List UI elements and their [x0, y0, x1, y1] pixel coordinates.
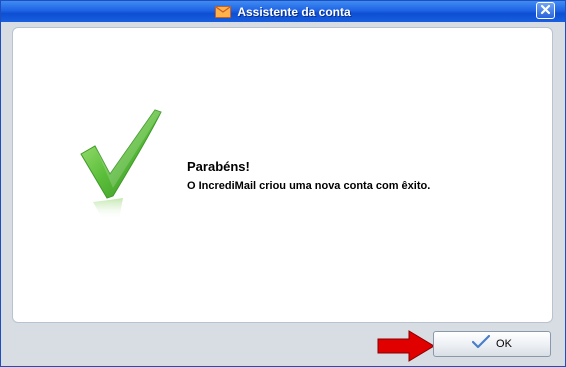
close-icon	[540, 2, 551, 20]
title-bar[interactable]: Assistente da conta	[1, 1, 565, 22]
account-assistant-window: Assistente da conta Parabéns! O IncrediM…	[0, 0, 566, 367]
close-button[interactable]	[536, 2, 555, 19]
checkmark-icon	[80, 109, 162, 220]
success-message: O IncrediMail criou uma nova conta com ê…	[187, 180, 431, 192]
title-wrap: Assistente da conta	[1, 1, 565, 22]
envelope-icon	[215, 5, 232, 18]
checkmark-small-icon	[471, 334, 491, 354]
window-title: Assistente da conta	[237, 4, 351, 19]
content-panel: Parabéns! O IncrediMail criou uma nova c…	[12, 27, 553, 323]
success-heading: Parabéns!	[187, 159, 250, 174]
ok-button-label: OK	[496, 338, 512, 350]
red-arrow-icon	[377, 330, 435, 362]
ok-button[interactable]: OK	[433, 331, 551, 357]
